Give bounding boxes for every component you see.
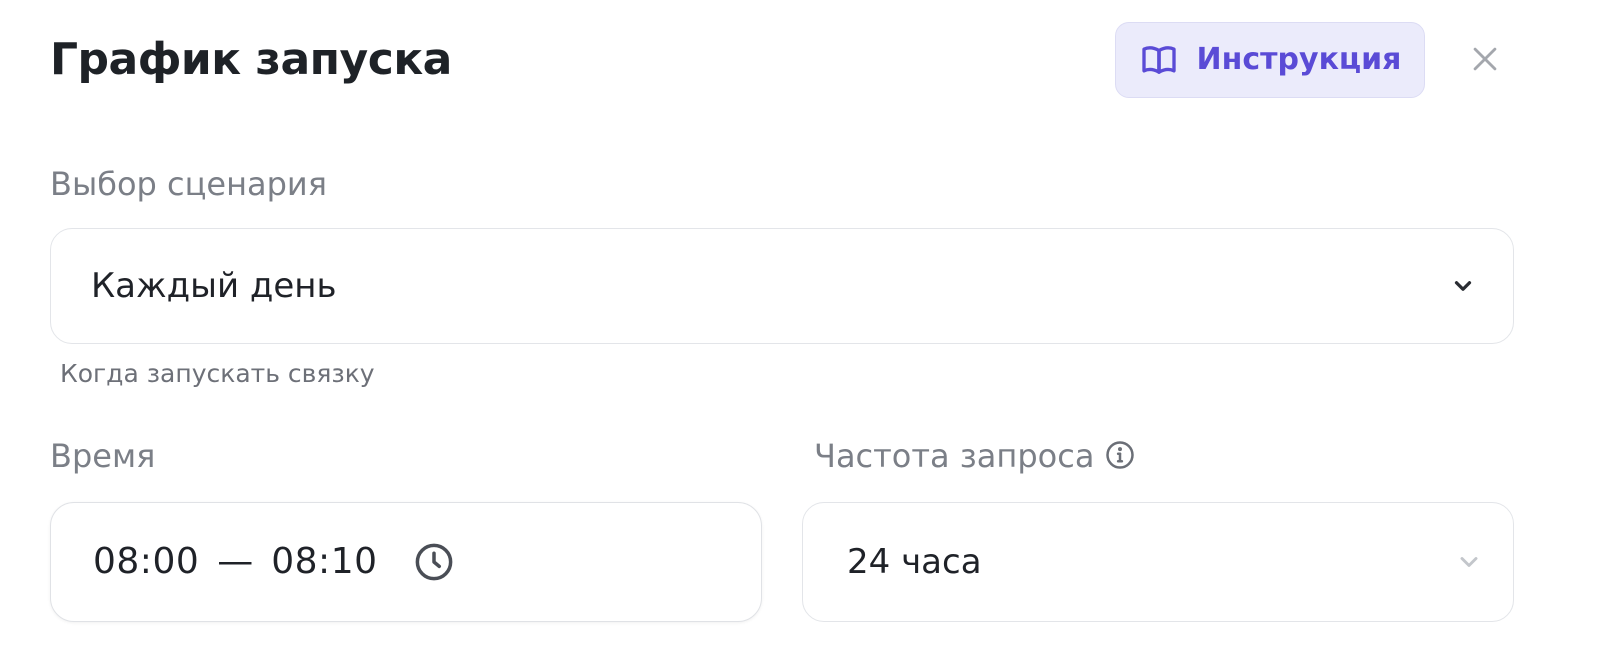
time-range-field[interactable]: 08:00 — 08:10 — [50, 502, 762, 622]
chevron-down-icon — [1445, 268, 1481, 304]
info-icon[interactable] — [1104, 439, 1136, 471]
scenario-select[interactable]: Каждый день — [50, 228, 1514, 344]
frequency-label: Частота запроса — [814, 437, 1095, 475]
instruction-button[interactable]: Инструкция — [1115, 22, 1425, 98]
time-label: Время — [50, 437, 156, 475]
book-icon — [1139, 40, 1179, 80]
instruction-button-label: Инструкция — [1196, 42, 1402, 77]
close-icon — [1468, 42, 1502, 80]
close-button[interactable] — [1462, 38, 1508, 84]
time-start[interactable]: 08:00 — [93, 538, 199, 586]
scenario-select-value: Каждый день — [91, 266, 337, 306]
frequency-label-row: Частота запроса — [814, 434, 1136, 478]
dialog-title: График запуска — [50, 34, 452, 85]
time-separator: — — [217, 541, 254, 582]
time-end[interactable]: 08:10 — [271, 538, 377, 586]
clock-icon[interactable] — [412, 540, 456, 584]
chevron-down-icon — [1451, 544, 1487, 580]
launch-schedule-dialog: График запуска Инструкция Выбор сценария… — [0, 0, 1600, 654]
scenario-hint: Когда запускать связку — [60, 359, 375, 388]
frequency-select[interactable]: 24 часа — [802, 502, 1514, 622]
frequency-select-value: 24 часа — [847, 542, 982, 582]
scenario-label: Выбор сценария — [50, 165, 327, 203]
